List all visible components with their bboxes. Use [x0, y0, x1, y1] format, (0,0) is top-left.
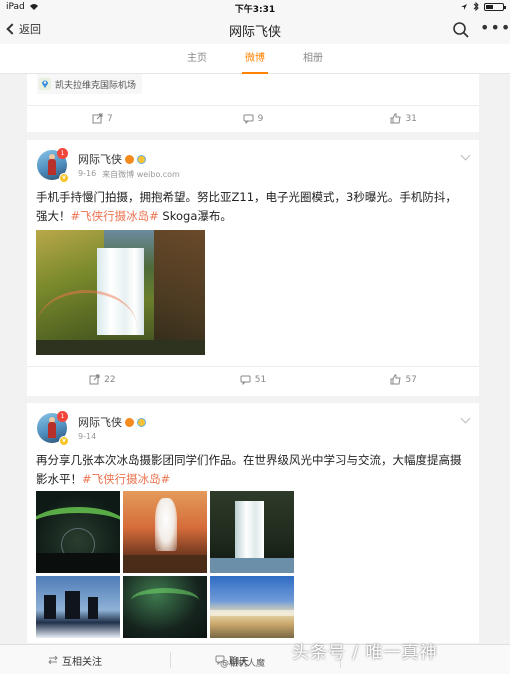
username[interactable]: 网际飞侠 [78, 414, 146, 430]
mutual-follow-label: 互相关注 [62, 656, 102, 668]
bluetooth-icon [473, 2, 479, 11]
post-date: 9-14 [78, 432, 97, 441]
thumbs-up-icon [390, 113, 402, 124]
grid-image-aurora[interactable] [123, 576, 207, 638]
more-icon[interactable]: ••• [480, 20, 510, 39]
comment-count: 9 [257, 113, 264, 124]
post-actions: 22 51 57 [27, 366, 479, 392]
comment-icon [240, 375, 251, 385]
tab-home[interactable]: 主页 [184, 44, 210, 74]
location-label: 凯夫拉维克国际机场 [55, 80, 137, 91]
username-label: 网际飞侠 [78, 153, 122, 166]
repost-icon [92, 113, 103, 124]
like-button[interactable]: 57 [328, 367, 479, 392]
comment-icon [243, 114, 254, 124]
post-text: 再分享几张本次冰岛摄影团同学们作品。在世界级风光中学习与交流，大幅度提高摄影水平… [36, 451, 467, 489]
grid-image-aurora-startrails[interactable] [36, 491, 120, 573]
hashtag-link[interactable]: #飞侠行摄冰岛# [82, 472, 170, 486]
verified-badge-icon: v [59, 436, 69, 446]
notification-badge: 1 [57, 411, 68, 422]
member-medal-icon [125, 417, 134, 427]
post-meta: 9-14 [78, 432, 96, 441]
post-meta: 9-16 来自微博 weibo.com [78, 169, 180, 180]
mutual-follow-icon [48, 655, 58, 665]
thumbs-up-icon [390, 374, 402, 385]
watermark: 头条号 / 唯一真神 [292, 643, 438, 663]
search-icon[interactable] [452, 21, 470, 39]
verified-badge-icon: v [59, 173, 69, 183]
post-date: 9-16 [78, 169, 97, 178]
like-button[interactable]: 31 [328, 106, 479, 131]
battery-icon [484, 2, 506, 11]
chevron-down-icon[interactable] [460, 150, 471, 161]
nav-bar: 返回 网际飞侠 ••• [0, 16, 510, 44]
tab-album[interactable]: 相册 [300, 44, 326, 74]
toolbar-divider [170, 652, 171, 668]
post-image-waterfall[interactable] [36, 230, 205, 355]
comment-count: 51 [254, 374, 267, 385]
username[interactable]: 网际飞侠 [78, 151, 146, 167]
repost-count: 22 [104, 374, 116, 385]
grid-image-sea-stacks[interactable] [36, 576, 120, 638]
repost-icon [89, 374, 100, 385]
post-card: 凯夫拉维克国际机场 7 9 31 [27, 74, 479, 132]
tab-weibo[interactable]: 微博 [242, 44, 268, 74]
like-count: 57 [405, 374, 417, 385]
page-title: 网际飞侠 [228, 25, 281, 40]
username-label: 网际飞侠 [78, 416, 122, 429]
like-count: 31 [405, 113, 417, 124]
location-tag[interactable]: 凯夫拉维克国际机场 [37, 74, 143, 94]
post-source: 来自微博 weibo.com [102, 170, 180, 179]
member-medal-icon [125, 154, 134, 164]
profile-tabs: 主页 微博 相册 [0, 44, 510, 74]
grid-image-canyon[interactable] [210, 576, 294, 638]
hashtag-link[interactable]: #飞侠行摄冰岛# [71, 209, 159, 223]
post-text-tail: Skoga瀑布。 [158, 209, 232, 223]
chevron-down-icon[interactable] [460, 413, 471, 424]
mutual-follow-button[interactable]: 互相关注 [48, 645, 102, 674]
repost-button[interactable]: 22 [27, 367, 178, 392]
grid-image-waterfall-night[interactable] [210, 491, 294, 573]
location-arrow-icon [461, 3, 467, 10]
post-card: 1 v 网际飞侠 9-16 来自微博 weibo.com 手机手持慢门拍摄，拥抱… [27, 140, 479, 396]
notification-badge: 1 [57, 148, 68, 159]
comment-button[interactable]: 51 [178, 367, 329, 392]
comment-button[interactable]: 9 [178, 106, 329, 131]
post-actions: 7 9 31 [27, 105, 479, 131]
achievement-medal-icon [137, 154, 146, 164]
status-bar: iPad 下午3:31 [0, 0, 510, 16]
achievement-medal-icon [137, 417, 146, 427]
grid-image-geyser[interactable] [123, 491, 207, 573]
clock: 下午3:31 [234, 5, 276, 15]
post-card: 1 v 网际飞侠 9-14 再分享几张本次冰岛摄影团同学们作品。在世界级风光中学… [27, 403, 479, 643]
repost-button[interactable]: 7 [27, 106, 178, 131]
watermark-handle: @相机人魔 [220, 659, 266, 669]
map-pin-icon [39, 78, 51, 90]
post-text: 手机手持慢门拍摄，拥抱希望。努比亚Z11，电子光圈模式，3秒曝光。手机防抖，强大… [36, 188, 467, 226]
repost-count: 7 [106, 113, 113, 124]
